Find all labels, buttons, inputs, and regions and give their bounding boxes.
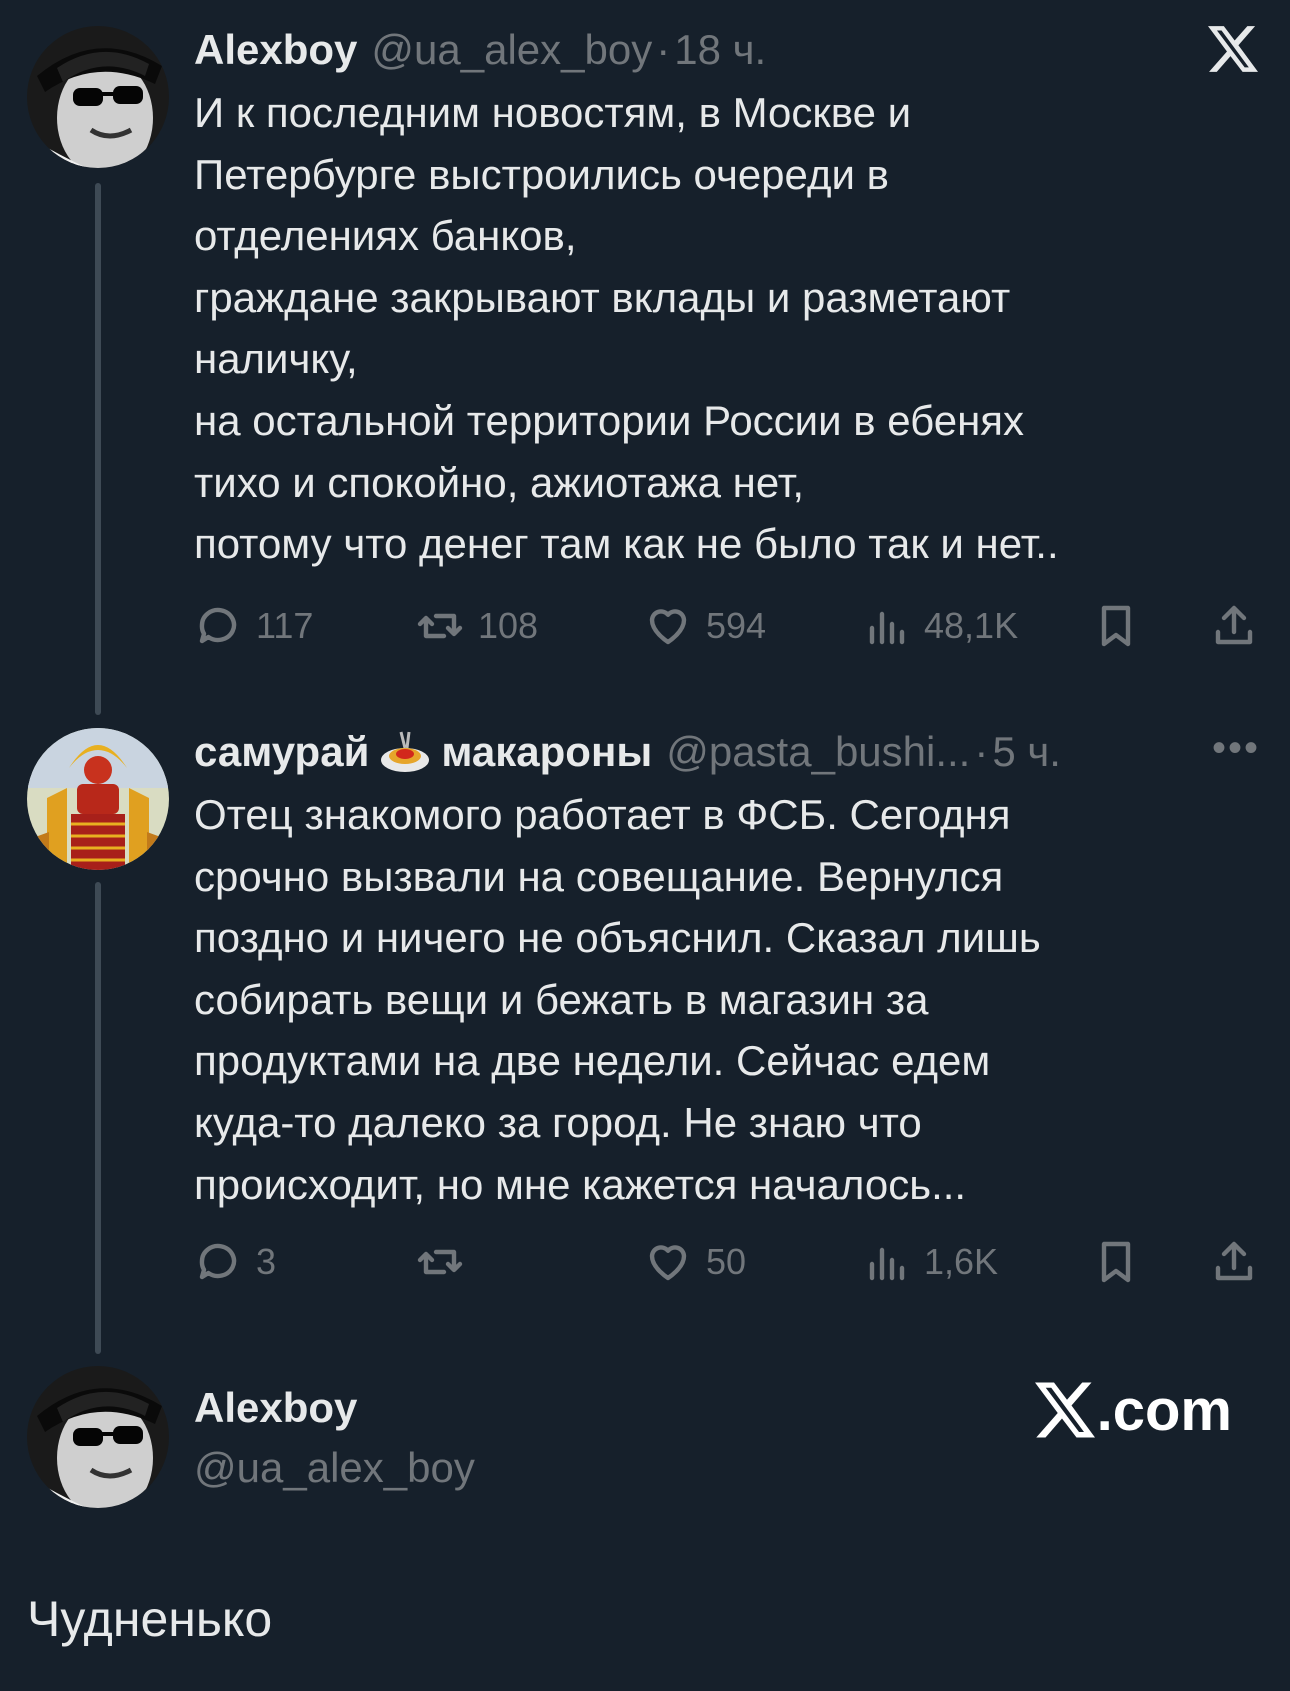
- tweet2-line: Отец знакомого работает в ФСБ. Сегодня: [194, 791, 1011, 838]
- reply-count: 3: [256, 1241, 277, 1282]
- view-count: 48,1K: [924, 605, 1019, 646]
- tweet2-line: куда-то далеко за город. Не знаю что: [194, 1098, 922, 1146]
- tweet1-action-bar: 117 108 594 48,1K: [194, 596, 1264, 656]
- x-com-watermark: .com: [1034, 1377, 1232, 1443]
- page: Alexboy @ua_alex_boy · 18 ч. И к последн…: [0, 0, 1290, 1691]
- tweet1-header: Alexboy @ua_alex_boy · 18 ч.: [194, 20, 766, 80]
- x-logo-icon[interactable]: [1208, 26, 1258, 77]
- tweet1-line: И к последним новостям, в Москве и: [194, 89, 912, 136]
- tweet2-line: собирать вещи и бежать в магазин за: [194, 975, 929, 1023]
- tweet2-line: происходит, но мне кажется началось...: [194, 1160, 967, 1208]
- tweet2-line: срочно вызвали на совещание. Вернулся: [194, 852, 1004, 900]
- tweet2-line: поздно и ничего не объяснил. Сказал лишь: [194, 914, 1041, 962]
- views-button[interactable]: 48,1K: [862, 596, 1018, 656]
- share-button[interactable]: [1210, 1232, 1258, 1292]
- repost-button[interactable]: 108: [416, 596, 538, 656]
- analytics-icon: [869, 1247, 905, 1281]
- footer-handle-line: @ua_alex_boy: [194, 1438, 475, 1498]
- share-icon: [1215, 1241, 1253, 1281]
- footer-author-name[interactable]: Alexboy: [194, 1384, 357, 1432]
- reply-button[interactable]: 117: [194, 596, 313, 656]
- like-button[interactable]: 50: [644, 1232, 746, 1292]
- bookmark-icon: [1101, 1241, 1131, 1283]
- separator-dot: ·: [974, 728, 989, 775]
- avatar-alexboy-footer[interactable]: [27, 1366, 169, 1508]
- bookmark-button[interactable]: [1092, 1232, 1140, 1292]
- tweet1-line: отделениях банков,: [194, 212, 577, 260]
- tweet2-timestamp[interactable]: 5 ч.: [992, 728, 1061, 776]
- tweet1-timestamp[interactable]: 18 ч.: [674, 26, 766, 74]
- tweet1-text: И к последним новостям, в Москве и Петер…: [194, 82, 1224, 575]
- tweet1-handle[interactable]: @ua_alex_boy: [371, 26, 652, 74]
- heart-icon: [649, 1245, 687, 1281]
- reply-button[interactable]: 3: [194, 1232, 276, 1292]
- bookmark-button[interactable]: [1092, 596, 1140, 656]
- tweet1-line: потому что денег там как не было так и н…: [194, 520, 1059, 568]
- tweet2-text: Отец знакомого работает в ФСБ. Сегодня с…: [194, 784, 1224, 1215]
- avatar-alexboy[interactable]: [27, 26, 169, 168]
- like-count: 594: [706, 605, 767, 646]
- tweet2-header: самурай макароны @pasta_bushi... · 5 ч.: [194, 722, 1061, 782]
- heart-icon: [649, 609, 687, 645]
- repost-icon: [417, 1249, 463, 1275]
- repost-button[interactable]: [416, 1232, 478, 1292]
- analytics-icon: [869, 611, 905, 645]
- view-count: 1,6K: [924, 1241, 999, 1282]
- tweet1-line: Петербурге выстроились очереди в: [194, 150, 889, 198]
- tweet2-author-name-part1[interactable]: самурай: [194, 728, 369, 776]
- avatar-samurai[interactable]: [27, 728, 169, 870]
- separator-dot: ·: [656, 26, 671, 73]
- tweet2-line: продуктами на две недели. Сейчас едем: [194, 1037, 991, 1085]
- like-count: 50: [706, 1241, 747, 1282]
- tweet2-handle[interactable]: @pasta_bushi...: [666, 728, 970, 776]
- thread-line: [95, 183, 101, 715]
- tweet1-line: на остальной территории России в ебенях: [194, 396, 1025, 444]
- x-com-text: .com: [1096, 1377, 1232, 1443]
- caption-text: Чудненько: [27, 1591, 273, 1647]
- reply-icon: [199, 1243, 237, 1280]
- views-button[interactable]: 1,6K: [862, 1232, 998, 1292]
- repost-icon: [417, 613, 463, 639]
- thread-line: [95, 882, 101, 1354]
- x-logo-icon: [1034, 1382, 1095, 1438]
- tweet1-line: наличку,: [194, 335, 358, 383]
- bookmark-icon: [1101, 605, 1131, 647]
- like-button[interactable]: 594: [644, 596, 766, 656]
- tweet1-line: тихо и спокойно, ажиотажа нет,: [194, 458, 805, 506]
- share-icon: [1215, 605, 1253, 645]
- tweet2-author-name-part2[interactable]: макароны: [441, 728, 652, 776]
- more-options-button[interactable]: •••: [1212, 726, 1260, 771]
- tweet1-line: граждане закрывают вклады и разметают: [194, 273, 1011, 321]
- share-button[interactable]: [1210, 596, 1258, 656]
- spaghetti-emoji-icon: [381, 731, 430, 772]
- tweet1-author-name[interactable]: Alexboy: [194, 26, 357, 74]
- tweet2-action-bar: 3 50 1,6K: [194, 1232, 1264, 1292]
- reply-count: 117: [256, 605, 314, 646]
- footer-handle[interactable]: @ua_alex_boy: [194, 1444, 475, 1492]
- footer-author: Alexboy: [194, 1378, 357, 1438]
- reply-icon: [199, 607, 237, 644]
- repost-count: 108: [478, 605, 539, 646]
